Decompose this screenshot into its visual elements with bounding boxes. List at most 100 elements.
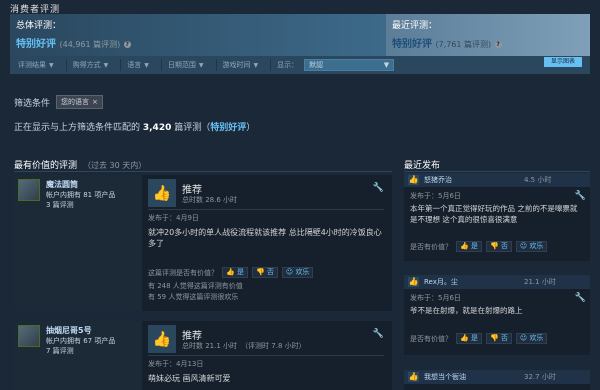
divider [270, 59, 272, 71]
award-icon[interactable]: 🔧 [373, 183, 384, 193]
showing-mid: 篇评测（ [171, 123, 211, 133]
vote-yes-label: 是 [236, 268, 244, 276]
vote-yes-button[interactable]: 👍 是 [456, 241, 482, 252]
recent-count: (7,761 篇评测) [435, 40, 492, 49]
recommended-label[interactable]: 推荐 [182, 181, 202, 196]
overall-rating[interactable]: 特别好评 (44,961 篇评测) ? [16, 35, 380, 50]
recent-rating-text: 特别好评 [392, 39, 432, 50]
reviewer-products[interactable]: 帐户内拥有 81 项产品 [46, 190, 115, 200]
chevron-down-icon: ▼ [198, 62, 204, 69]
chip-label: 您的语言 [61, 98, 90, 106]
avatar[interactable] [18, 325, 40, 347]
overall-label: 总体评测： [16, 21, 62, 31]
recent-posted-date: 发布于：5月6日 [410, 192, 461, 200]
vote-no-label: 否 [500, 242, 508, 250]
divider [215, 59, 217, 71]
review-card: 抽烟尼哥5号 帐户内拥有 67 项产品 7 篇评测 👍 推荐 总时数 21.1 … [14, 321, 392, 390]
reviewer-products[interactable]: 帐户内拥有 67 项产品 [46, 336, 115, 346]
recommended-label[interactable]: 推荐 [182, 327, 202, 342]
vote-no-label: 否 [500, 334, 508, 342]
recent-reviews-panel: 最近评测： 特别好评 (7,761 篇评测) ? [386, 14, 590, 56]
recent-reviewer-name[interactable]: 我想当个衙油 [424, 372, 466, 382]
active-filters: 筛选条件 您的语言 × [14, 95, 103, 109]
vote-funny-button[interactable]: ☺ 欢乐 [515, 333, 548, 344]
vote-yes-label: 是 [470, 242, 478, 250]
recent-review-card: 👍 怒猪乔治 4.5 小时 🔧 发布于：5月6日 本年第一个真正觉得好玩的作品 … [404, 173, 590, 261]
posted-date: 发布于：4月13日 [148, 360, 204, 368]
filter-bar: 评测结果 ▼ 购得方式 ▼ 语言 ▼ 日期范围 ▼ 游戏时间 ▼ 显示： 默認 ▼ [10, 56, 590, 74]
vote-funny-label: 欢乐 [529, 334, 544, 342]
display-value: 默認 [309, 61, 324, 69]
recent-review-card: 👍 Rex月。尘 21.1 小时 🔧 发布于：5月6日 爷不是在射爆，就是在射爆… [404, 275, 590, 355]
review-summary: 总体评测： 特别好评 (44,961 篇评测) ? 最近评测： 特别好评 (7,… [10, 14, 590, 56]
vote-funny-label: 欢乐 [295, 268, 310, 276]
reviewer-review-count[interactable]: 3 篇评测 [46, 200, 74, 210]
review-text: 萌妹必玩 画风清新可爱 [148, 374, 231, 383]
filter-date-range[interactable]: 日期范围 ▼ [168, 58, 210, 72]
award-icon[interactable]: 🔧 [373, 329, 384, 339]
helpful-prompt: 是否有价值？ 👍 是 👎 否 ☺ 欢乐 [410, 333, 548, 344]
divider [404, 171, 590, 172]
showing-count: 3,420 [142, 123, 172, 133]
vote-no-button[interactable]: 👎 否 [251, 267, 278, 278]
overall-rating-text: 特别好评 [16, 39, 56, 50]
chevron-down-icon: ▼ [144, 62, 149, 69]
review-card: 魔法圆筒 帐户内拥有 81 项产品 3 篇评测 👍 推荐 总时数 28.6 小时… [14, 175, 392, 311]
overall-count: (44,961 篇评测) [59, 40, 121, 49]
filter-purchase-type[interactable]: 购得方式 ▼ [73, 58, 115, 72]
award-icon[interactable]: 🔧 [575, 293, 586, 303]
reviewer-name[interactable]: 魔法圆筒 [46, 179, 78, 190]
vote-yes-label: 是 [470, 334, 478, 342]
vote-yes-button[interactable]: 👍 是 [456, 333, 482, 344]
chevron-down-icon: ▼ [383, 61, 390, 69]
chevron-down-icon: ▼ [49, 62, 54, 69]
divider [65, 59, 67, 71]
filter-label: 语言 [127, 61, 142, 69]
vote-no-button[interactable]: 👎 否 [485, 241, 512, 252]
filter-language[interactable]: 语言 ▼ [127, 58, 155, 72]
divider [14, 171, 392, 172]
thumbs-up-icon: 👍 [408, 175, 419, 185]
recent-reviewer-name[interactable]: 怒猪乔治 [424, 175, 452, 185]
review-text: 就冲20多小时的单人战役流程就该推荐 总比隔壁4小时的冷饭良心多了 [148, 228, 382, 248]
divider [148, 355, 384, 356]
recent-playtime: 4.5 小时 [524, 176, 552, 184]
filter-label: 游戏时间 [222, 61, 251, 69]
chevron-down-icon: ▼ [103, 62, 109, 69]
close-icon[interactable]: × [92, 98, 98, 106]
vote-no-button[interactable]: 👎 否 [485, 333, 512, 344]
active-filters-label: 筛选条件 [14, 98, 51, 109]
avatar[interactable] [18, 179, 40, 201]
vote-funny-button[interactable]: ☺ 欢乐 [515, 241, 548, 252]
award-icon[interactable]: 🔧 [575, 191, 586, 201]
funny-count: 有 59 人觉得这篇评测很欢乐 [148, 293, 239, 301]
vote-funny-button[interactable]: ☺ 欢乐 [281, 267, 314, 278]
helpful-question: 这篇评测是否有价值？ [148, 268, 218, 277]
recent-rating[interactable]: 特别好评 (7,761 篇评测) ? [392, 35, 584, 50]
playtime-total: 总时数 28.6 小时 [182, 196, 238, 204]
showing-prefix: 正在显示与上方筛选条件匹配的 [14, 123, 143, 133]
help-icon[interactable]: ? [123, 40, 131, 48]
vote-no-label: 否 [266, 268, 274, 276]
posted-date: 发布于：4月9日 [148, 214, 199, 222]
playtime: 总时数 21.1 小时 （评测时 7.8 小时） [182, 341, 306, 351]
filter-review-type[interactable]: 评测结果 ▼ [18, 58, 60, 72]
overall-reviews-panel: 总体评测： 特别好评 (44,961 篇评测) ? [10, 14, 386, 56]
recent-posted-date: 发布于：5月6日 [410, 294, 461, 302]
recent-review-card: 👍 我想当个衙油 32.7 小时 [404, 370, 590, 390]
help-icon[interactable]: ? [494, 40, 502, 48]
reviewer-name[interactable]: 抽烟尼哥5号 [46, 325, 92, 336]
thumbs-up-icon: 👍 [408, 277, 419, 287]
most-helpful-period: （过去 30 天内） [83, 161, 147, 170]
vote-yes-button[interactable]: 👍 是 [222, 267, 248, 278]
language-filter-chip[interactable]: 您的语言 × [56, 95, 103, 109]
show-graph-button[interactable]: 显示图表 [544, 57, 582, 67]
filter-playtime[interactable]: 游戏时间 ▼ [223, 58, 265, 72]
filter-label: 评测结果 [18, 61, 46, 69]
recent-review-text: 本年第一个真正觉得好玩的作品 之前的不是嗥票就是不理想 这个真的很惊喜很满意 [410, 204, 578, 224]
display-select[interactable]: 默認 ▼ [304, 59, 395, 71]
divider [148, 209, 384, 210]
reviewer-review-count[interactable]: 7 篇评测 [46, 346, 74, 356]
recent-reviewer-name[interactable]: Rex月。尘 [424, 277, 458, 287]
playtime-total: 总时数 21.1 小时 [182, 342, 238, 350]
